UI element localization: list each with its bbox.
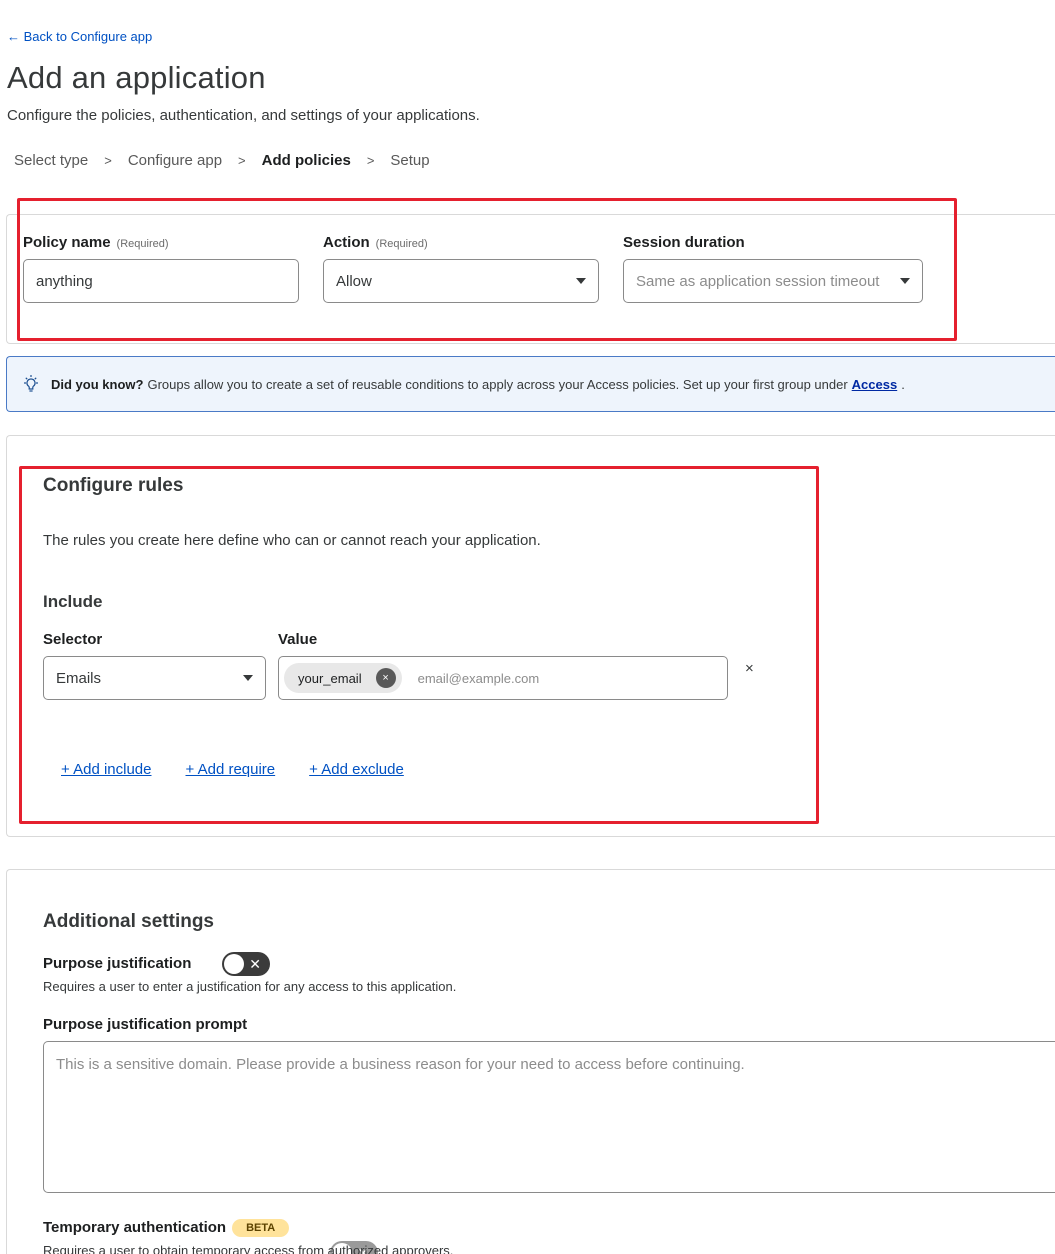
beta-badge: BETA	[232, 1219, 290, 1237]
page-subtitle: Configure the policies, authentication, …	[7, 107, 480, 124]
additional-settings-heading: Additional settings	[43, 911, 214, 932]
chevron-right-icon: >	[238, 153, 246, 168]
close-icon: ✕	[249, 956, 261, 972]
step-add-policies: Add policies	[261, 152, 351, 169]
back-link[interactable]: ← Back to Configure app	[7, 29, 152, 44]
step-configure-app[interactable]: Configure app	[128, 152, 222, 169]
toggle-knob	[224, 954, 244, 974]
highlight-box-policy	[17, 198, 957, 341]
purpose-justification-label: Purpose justification	[43, 955, 192, 972]
temporary-auth-description: Requires a user to obtain temporary acce…	[43, 1243, 454, 1254]
step-setup: Setup	[390, 152, 430, 169]
purpose-prompt-textarea[interactable]: This is a sensitive domain. Please provi…	[43, 1041, 1055, 1193]
page-title: Add an application	[7, 60, 266, 95]
highlight-box-rules	[19, 466, 819, 824]
purpose-justification-toggle[interactable]: ✕	[222, 952, 270, 976]
info-banner: Did you know? Groups allow you to create…	[6, 356, 1055, 412]
step-select-type[interactable]: Select type	[14, 152, 88, 169]
lightbulb-icon	[24, 375, 38, 392]
chevron-right-icon: >	[104, 153, 112, 168]
tip-text: Groups allow you to create a set of reus…	[147, 376, 848, 392]
purpose-prompt-placeholder: This is a sensitive domain. Please provi…	[56, 1056, 745, 1073]
tip-suffix: .	[901, 376, 905, 392]
temporary-auth-label: Temporary authentication BETA	[43, 1219, 290, 1237]
tip-title: Did you know?	[51, 376, 144, 392]
breadcrumb: Select type > Configure app > Add polici…	[14, 152, 430, 169]
purpose-prompt-label: Purpose justification prompt	[43, 1016, 248, 1033]
chevron-right-icon: >	[366, 153, 375, 168]
purpose-justification-description: Requires a user to enter a justification…	[43, 979, 457, 994]
access-link[interactable]: Access	[852, 377, 898, 392]
